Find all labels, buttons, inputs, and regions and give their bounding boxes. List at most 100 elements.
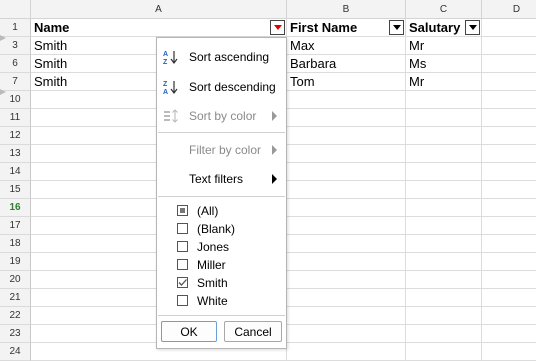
row-header[interactable]: 11 [0,109,31,127]
grid-cell[interactable] [406,289,482,307]
grid-cell[interactable] [482,73,536,91]
filter-value-item[interactable]: White [177,292,302,310]
grid-cell[interactable] [482,145,536,163]
row-header[interactable]: 24 [0,343,31,361]
row-header[interactable]: 18 [0,235,31,253]
row-header[interactable]: 6 [0,55,31,73]
grid-cell[interactable] [287,163,406,181]
cancel-button[interactable]: Cancel [224,321,282,342]
grid-cell[interactable] [482,199,536,217]
filter-value-item[interactable]: Smith [177,274,302,292]
ok-button[interactable]: OK [161,321,217,342]
checkbox[interactable] [177,241,188,252]
grid-cell[interactable] [406,199,482,217]
column-header-c[interactable]: C [406,0,482,19]
grid-cell[interactable] [287,325,406,343]
checkbox[interactable] [177,205,188,216]
grid-cell[interactable] [287,289,406,307]
grid-cell[interactable] [406,271,482,289]
row-header[interactable]: 20 [0,271,31,289]
grid-cell[interactable]: Max [287,37,406,55]
grid-cell[interactable]: Name [31,19,287,37]
grid-cell[interactable]: Mr [406,37,482,55]
grid-cell[interactable] [406,127,482,145]
row-header[interactable]: 22 [0,307,31,325]
row-header[interactable]: 12 [0,127,31,145]
row-header[interactable]: 14 [0,163,31,181]
grid-cell[interactable] [482,271,536,289]
grid-cell[interactable] [406,217,482,235]
grid-cell[interactable] [406,343,482,361]
sort-ascending-item[interactable]: A Z Sort ascending [157,46,286,68]
grid-cell[interactable]: Tom [287,73,406,91]
grid-cell[interactable] [406,91,482,109]
grid-cell[interactable] [482,109,536,127]
grid-cell[interactable] [287,91,406,109]
grid-cell[interactable] [482,253,536,271]
filter-value-item[interactable]: Miller [177,256,302,274]
sort-by-color-item[interactable]: Sort by color [157,105,286,127]
grid-cell[interactable] [287,145,406,163]
row-header[interactable]: 17 [0,217,31,235]
grid-cell[interactable] [482,289,536,307]
row-header[interactable]: 19 [0,253,31,271]
grid-cell[interactable] [482,181,536,199]
grid-cell[interactable]: Barbara [287,55,406,73]
grid-cell[interactable] [287,307,406,325]
checkbox-checked[interactable] [177,277,188,288]
grid-cell[interactable] [482,91,536,109]
column-header-d[interactable]: D [482,0,536,19]
grid-cell[interactable] [287,235,406,253]
grid-cell[interactable] [482,55,536,73]
grid-cell[interactable] [406,145,482,163]
grid-cell[interactable] [482,325,536,343]
svg-text:Z: Z [163,59,168,65]
grid-cell[interactable]: Mr [406,73,482,91]
grid-cell[interactable] [482,235,536,253]
filter-value-item[interactable]: (Blank) [177,220,302,238]
grid-cell[interactable] [406,163,482,181]
grid-cell[interactable] [482,19,536,37]
filter-by-color-item[interactable]: Filter by color [157,139,286,161]
grid-cell[interactable] [287,109,406,127]
grid-cell[interactable] [287,343,406,361]
grid-cell[interactable] [482,127,536,145]
grid-cell[interactable] [482,163,536,181]
column-header-b[interactable]: B [287,0,406,19]
grid-cell[interactable] [406,109,482,127]
grid-cell[interactable]: Ms [406,55,482,73]
grid-cell[interactable] [406,181,482,199]
grid-cell[interactable] [287,253,406,271]
checkbox[interactable] [177,259,188,270]
grid-cell[interactable] [406,307,482,325]
row-header[interactable]: 21 [0,289,31,307]
grid-cell[interactable] [406,325,482,343]
grid-cell[interactable] [406,235,482,253]
grid-cell[interactable] [482,343,536,361]
select-all-corner[interactable] [0,0,31,19]
chevron-down-icon [469,25,477,30]
text-filters-item[interactable]: Text filters [157,168,286,190]
column-header-a[interactable]: A [31,0,287,19]
checkbox[interactable] [177,295,188,306]
filter-dropdown-name[interactable] [270,20,285,35]
filter-value-item[interactable]: (All) [177,202,302,220]
grid-cell[interactable] [482,217,536,235]
grid-cell[interactable] [287,181,406,199]
filter-dropdown-salutary[interactable] [465,20,480,35]
grid-cell[interactable] [287,199,406,217]
grid-cell[interactable] [287,217,406,235]
grid-cell[interactable] [287,271,406,289]
row-header[interactable]: 16 [0,199,31,217]
sort-descending-item[interactable]: Z A Sort descending [157,76,286,98]
grid-cell[interactable] [287,127,406,145]
filter-dropdown-first-name[interactable] [389,20,404,35]
grid-cell[interactable] [482,307,536,325]
filter-value-item[interactable]: Jones [177,238,302,256]
row-header[interactable]: 13 [0,145,31,163]
checkbox[interactable] [177,223,188,234]
row-header[interactable]: 23 [0,325,31,343]
row-header[interactable]: 15 [0,181,31,199]
grid-cell[interactable] [406,253,482,271]
grid-cell[interactable] [482,37,536,55]
